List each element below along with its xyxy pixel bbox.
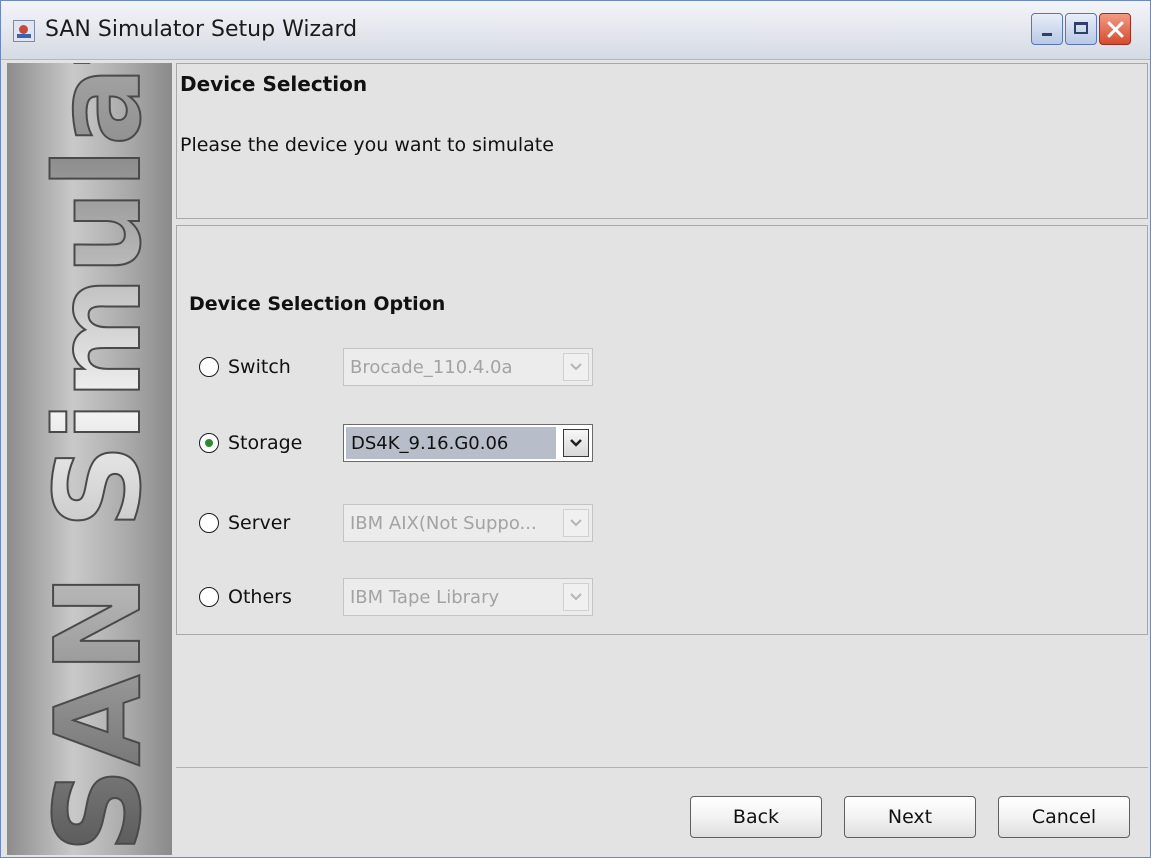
chevron-down-icon xyxy=(563,583,589,611)
maximize-button[interactable] xyxy=(1065,13,1097,45)
server-label[interactable]: Server xyxy=(228,512,290,534)
chevron-down-icon xyxy=(563,353,589,381)
others-label[interactable]: Others xyxy=(228,586,292,608)
others-combo: IBM Tape Library xyxy=(343,578,593,616)
back-button[interactable]: Back xyxy=(690,796,822,838)
option-row-others: Others IBM Tape Library xyxy=(199,578,619,618)
page-title: Device Selection xyxy=(180,72,368,96)
header-panel: Device Selection Please the device you w… xyxy=(176,63,1148,219)
banner-graphic: SAN Simulator xyxy=(28,63,168,854)
device-options-panel: Device Selection Option Switch Brocade_1… xyxy=(176,225,1148,635)
chevron-down-icon xyxy=(563,509,589,537)
page-description: Please the device you want to simulate xyxy=(180,134,554,156)
others-combo-value: IBM Tape Library xyxy=(350,587,500,608)
window-title: SAN Simulator Setup Wizard xyxy=(45,17,358,42)
storage-combo-selection[interactable]: DS4K_9.16.G0.06 xyxy=(346,427,556,459)
storage-radio[interactable] xyxy=(199,433,219,453)
storage-combo-value: DS4K_9.16.G0.06 xyxy=(351,433,509,454)
java-cup-icon xyxy=(13,20,35,42)
option-row-server: Server IBM AIX(Not Suppo... xyxy=(199,504,619,544)
chevron-down-icon[interactable] xyxy=(563,429,589,457)
next-button[interactable]: Next xyxy=(844,796,976,838)
switch-label[interactable]: Switch xyxy=(228,356,291,378)
switch-radio[interactable] xyxy=(199,357,219,377)
server-combo-value: IBM AIX(Not Suppo... xyxy=(350,513,537,534)
wizard-window: SAN Simulator Setup Wizard SAN Simulator… xyxy=(0,0,1151,858)
banner-text: SAN Simulator xyxy=(29,63,167,853)
switch-combo-value: Brocade_110.4.0a xyxy=(350,357,513,378)
server-combo: IBM AIX(Not Suppo... xyxy=(343,504,593,542)
side-banner: SAN Simulator xyxy=(7,63,172,855)
option-row-switch: Switch Brocade_110.4.0a xyxy=(199,348,619,388)
options-heading: Device Selection Option xyxy=(189,293,446,315)
server-radio[interactable] xyxy=(199,513,219,533)
others-radio[interactable] xyxy=(199,587,219,607)
close-button[interactable] xyxy=(1099,13,1131,45)
switch-combo: Brocade_110.4.0a xyxy=(343,348,593,386)
storage-combo[interactable]: DS4K_9.16.G0.06 xyxy=(343,424,593,462)
option-row-storage: Storage DS4K_9.16.G0.06 xyxy=(199,424,619,464)
minimize-button[interactable] xyxy=(1031,13,1063,45)
button-bar: Back Next Cancel xyxy=(176,767,1148,856)
cancel-button[interactable]: Cancel xyxy=(998,796,1130,838)
storage-label[interactable]: Storage xyxy=(228,432,302,454)
title-bar[interactable]: SAN Simulator Setup Wizard xyxy=(1,1,1150,60)
